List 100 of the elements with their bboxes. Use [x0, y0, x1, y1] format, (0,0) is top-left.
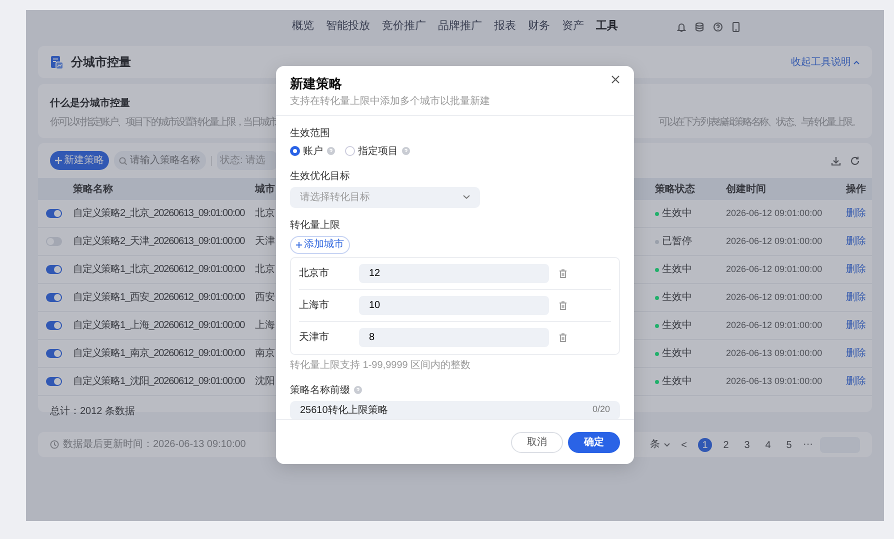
city-name: 北京市 [299, 266, 330, 280]
table-cell-text: 西安 [255, 290, 275, 305]
update-time: 数据最后更新时间：2026-06-13 09:10:00 [63, 438, 246, 452]
status-text: 生效中 [662, 206, 692, 221]
page-button[interactable]: 3 [740, 438, 754, 452]
toggle-switch[interactable] [46, 377, 62, 386]
field-label: 生效优化目标 [290, 170, 351, 184]
nav-tab[interactable]: 概览 [286, 18, 320, 35]
delete-link[interactable]: 删除 [846, 318, 866, 333]
confirm-button[interactable]: 确定 [568, 432, 620, 452]
dialog-subtitle: 支持在转化量上限中添加多个城市以批量新建 [290, 94, 490, 108]
table-cell-text: 2026-06-12 09:01:00:00 [726, 234, 822, 248]
plus-icon [296, 242, 302, 248]
table-cell-text: 2026-06-12 09:01:00:00 [726, 262, 822, 276]
column-header: 操作 [846, 182, 866, 196]
help-icon[interactable] [713, 22, 723, 32]
table-cell-text: 自定义策略1_沈阳_20260612_09:01:00:00 [73, 374, 245, 389]
page-button[interactable]: 1 [698, 438, 712, 452]
limit-input[interactable]: 10 [359, 296, 549, 314]
limit-input[interactable]: 8 [359, 328, 549, 347]
table-cell-text: 自定义策略2_天津_20260613_09:01:00:00 [73, 234, 245, 249]
status-text: 生效中 [662, 374, 692, 389]
download-icon[interactable] [831, 156, 841, 166]
status-text: 生效中 [662, 262, 692, 277]
delete-link[interactable]: 删除 [846, 290, 866, 305]
toggle-switch[interactable] [46, 293, 62, 302]
city-name: 天津市 [299, 330, 330, 345]
plus-icon [55, 157, 62, 164]
help-icon [402, 147, 410, 155]
page-title: 分城市控量 [71, 54, 131, 71]
chevron-down-icon [664, 442, 670, 446]
close-button[interactable] [611, 75, 620, 84]
table-cell-text: 2026-06-13 09:01:00:00 [726, 346, 822, 360]
char-counter: 0/20 [592, 403, 610, 416]
add-city-button[interactable]: 添加城市 [290, 236, 350, 254]
document-chart-icon [50, 54, 64, 70]
status-text: 生效中 [662, 318, 692, 333]
database-icon[interactable] [695, 22, 704, 32]
nav-tab[interactable]: 竞价推广 [376, 18, 432, 35]
table-cell-text: 上海 [255, 318, 275, 333]
table-cell-text: 2026-06-13 09:01:00:00 [726, 374, 822, 388]
search-icon [119, 156, 127, 164]
delete-link[interactable]: 删除 [846, 346, 866, 361]
table-cell-text: 北京 [255, 262, 275, 277]
column-header: 策略状态 [655, 182, 695, 196]
bell-icon[interactable] [677, 22, 686, 32]
table-cell-text: 自定义策略1_上海_20260612_09:01:00:00 [73, 318, 245, 333]
new-strategy-button[interactable]: 新建策略 [50, 151, 109, 170]
info-title: 什么是分城市控量 [50, 96, 130, 111]
delete-link[interactable]: 删除 [846, 206, 866, 221]
clock-icon [50, 440, 59, 449]
radio-option[interactable]: 指定项目 [345, 144, 398, 158]
nav-tab[interactable]: 报表 [488, 18, 522, 35]
help-icon [354, 386, 362, 394]
trash-icon[interactable] [559, 300, 567, 310]
total-count: 总计：2012 条数据 [50, 406, 136, 417]
page-button[interactable]: 2 [719, 438, 733, 452]
hint-text: 转化量上限支持 1-99,9999 区间内的整数 [290, 358, 472, 372]
trash-icon[interactable] [559, 333, 567, 342]
refresh-icon[interactable] [850, 156, 860, 166]
nav-tab[interactable]: 工具 [590, 18, 624, 35]
phone-icon[interactable] [732, 22, 740, 32]
toggle-switch[interactable] [46, 321, 62, 330]
table-cell-text: 2026-06-12 09:01:00:00 [726, 206, 822, 220]
search-field[interactable]: 请输入策略名称 [114, 151, 206, 170]
page-button[interactable]: 5 [782, 438, 796, 452]
table-cell-text: 自定义策略2_北京_20260613_09:01:00:00 [73, 206, 245, 221]
nav-tab[interactable]: 智能投放 [320, 18, 376, 35]
toggle-switch[interactable] [46, 349, 62, 358]
cancel-button[interactable]: 取消 [511, 432, 563, 452]
chevron-up-icon [853, 60, 860, 64]
table-cell-text: 自定义策略1_南京_20260612_09:01:00:00 [73, 346, 245, 361]
nav-tab[interactable]: 资产 [556, 18, 590, 35]
collapse-link[interactable]: 收起工具说明 [791, 54, 860, 70]
delete-link[interactable]: 删除 [846, 262, 866, 277]
radio-option[interactable]: 账户 [290, 144, 323, 158]
prefix-input[interactable]: 25610转化上限策略 0/20 [290, 400, 620, 420]
delete-link[interactable]: 删除 [846, 374, 866, 389]
table-cell-text: 自定义策略1_北京_20260612_09:01:00:00 [73, 262, 245, 277]
column-header: 创建时间 [726, 182, 766, 196]
chevron-down-icon [463, 195, 470, 199]
trash-icon[interactable] [559, 268, 567, 278]
field-label: 转化量上限 [290, 218, 341, 232]
nav-tab[interactable]: 财务 [522, 18, 556, 35]
nav-tab[interactable]: 品牌推广 [432, 18, 488, 35]
toggle-switch[interactable] [46, 265, 62, 274]
table-cell-text: 2026-06-12 09:01:00:00 [726, 290, 822, 304]
limit-input[interactable]: 12 [359, 264, 549, 282]
page-size-select[interactable]: 条 [650, 438, 670, 452]
dialog-title: 新建策略 [290, 75, 342, 93]
table-cell-text: 沈阳 [255, 374, 275, 389]
status-text: 生效中 [662, 290, 692, 305]
status-text: 已暂停 [662, 234, 692, 249]
toggle-switch[interactable] [46, 209, 62, 218]
field-label: 策略名称前缀 [290, 384, 350, 398]
delete-link[interactable]: 删除 [846, 234, 866, 249]
status-text: 生效中 [662, 346, 692, 361]
column-header: 策略名称 [73, 182, 113, 196]
page-button[interactable]: 4 [761, 438, 775, 452]
prev-page-button[interactable]: < [677, 438, 691, 452]
